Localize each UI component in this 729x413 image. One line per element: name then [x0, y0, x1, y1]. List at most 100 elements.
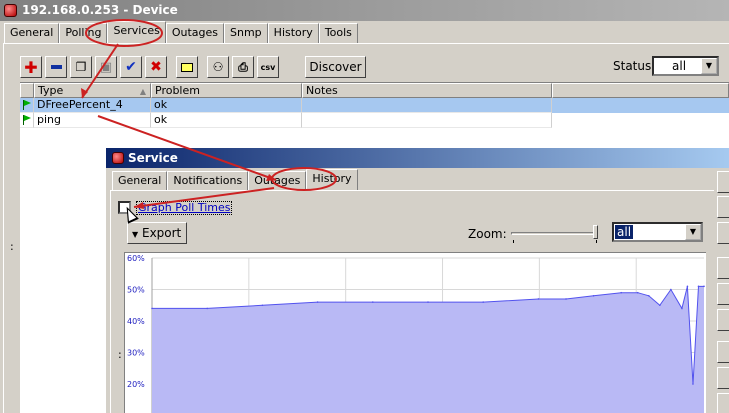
graph-poll-times-label[interactable]: Graph Poll Times — [136, 201, 233, 215]
service-tab-outages[interactable]: Outages — [248, 171, 307, 191]
csv-label: csv — [260, 62, 276, 72]
y-tick-label: 40% — [127, 317, 145, 326]
zoom-value: all — [615, 225, 634, 239]
series-point — [482, 301, 485, 303]
splitter-handle[interactable]: : — [10, 240, 14, 253]
y-tick-label: 60% — [127, 254, 145, 263]
zoom-slider-track[interactable] — [511, 232, 598, 235]
series-point — [659, 304, 661, 307]
table-header: Type ▲ Problem Notes — [20, 83, 729, 98]
series-point — [620, 291, 622, 294]
series-area — [152, 286, 704, 413]
device-window: 192.168.0.253 - Device General Polling S… — [0, 0, 729, 413]
history-chart[interactable]: 60% 50% 40% 30% 20% — [124, 252, 706, 413]
apply-button[interactable]: ✔ — [120, 56, 142, 78]
cell-type: ping — [34, 113, 151, 128]
status-label: Status: — [613, 59, 656, 73]
tab-history[interactable]: History — [267, 23, 319, 43]
check-icon: ✔ — [125, 59, 137, 75]
side-button[interactable] — [717, 393, 729, 413]
series-point — [686, 285, 689, 288]
chevron-down-icon[interactable]: ▼ — [685, 224, 701, 240]
status-select[interactable]: all ▼ — [652, 56, 719, 76]
tab-tools[interactable]: Tools — [318, 23, 358, 43]
device-tabs: General Polling Services Outages Snmp Hi… — [4, 21, 358, 44]
zoom-label: Zoom: — [468, 227, 507, 241]
chevron-down-icon[interactable]: ▼ — [701, 58, 717, 74]
zoom-select[interactable]: all ▼ — [612, 222, 703, 242]
discover-button[interactable]: Discover — [305, 56, 366, 78]
zoom-slider-thumb[interactable] — [593, 225, 598, 239]
export-button[interactable]: ▼ Export — [127, 222, 187, 244]
printer-icon: ⎙ — [238, 59, 248, 74]
y-tick-label: 30% — [127, 349, 145, 358]
paste-icon: ▣ — [99, 59, 113, 75]
sort-asc-icon: ▲ — [139, 87, 146, 96]
green-flag-icon — [23, 100, 31, 110]
header-problem[interactable]: Problem — [151, 83, 302, 98]
cancel-button[interactable]: ✖ — [145, 56, 167, 78]
app-icon — [4, 4, 17, 17]
header-notes[interactable]: Notes — [302, 83, 552, 98]
side-button[interactable] — [717, 222, 729, 244]
side-button[interactable] — [717, 283, 729, 305]
tab-services[interactable]: Services — [107, 21, 166, 43]
service-dialog: Service General Notifications Outages Hi… — [105, 147, 729, 413]
cell-problem: ok — [151, 98, 302, 113]
paste-button[interactable]: ▣ — [95, 56, 117, 78]
side-button[interactable] — [717, 341, 729, 363]
series-point — [261, 304, 264, 307]
table-row[interactable]: ping ok — [20, 113, 729, 128]
service-title-bar[interactable]: Service — [106, 148, 729, 168]
service-title: Service — [128, 151, 178, 165]
side-button[interactable] — [717, 171, 729, 193]
tab-outages[interactable]: Outages — [165, 23, 225, 43]
side-button[interactable] — [717, 309, 729, 331]
service-tab-history[interactable]: History — [306, 169, 358, 191]
csv-button[interactable]: csv — [257, 56, 279, 78]
history-chart-svg: 60% 50% 40% 30% 20% — [127, 254, 705, 413]
device-title-bar[interactable]: 192.168.0.253 - Device — [0, 0, 729, 21]
green-flag-icon — [23, 115, 31, 125]
tab-snmp[interactable]: Snmp — [224, 23, 268, 43]
add-button[interactable]: ✚ — [20, 56, 42, 78]
dropdown-arrow-icon: ▼ — [132, 230, 139, 239]
zoom-tick — [596, 240, 597, 243]
service-tabs: General Notifications Outages History — [112, 169, 358, 191]
tab-general[interactable]: General — [4, 23, 60, 43]
side-button[interactable] — [717, 257, 729, 279]
note-icon — [181, 62, 193, 72]
series-point — [565, 298, 567, 300]
series-point — [427, 301, 429, 303]
y-tick-label: 50% — [127, 286, 145, 295]
service-tab-notifications[interactable]: Notifications — [167, 171, 249, 191]
find-button[interactable]: ⚇ — [207, 56, 229, 78]
side-button[interactable] — [717, 196, 729, 218]
chart-splitter-handle[interactable]: : — [118, 348, 122, 361]
x-icon: ✖ — [150, 59, 162, 75]
series-point — [697, 285, 700, 288]
table-row[interactable]: DFreePercent_4 ok — [20, 98, 729, 113]
status-value: all — [672, 59, 687, 73]
service-tab-general[interactable]: General — [112, 171, 168, 191]
cell-notes — [302, 113, 552, 128]
remove-button[interactable] — [45, 56, 67, 78]
zoom-tick — [513, 240, 514, 243]
copy-button[interactable]: ❐ — [70, 56, 92, 78]
note-button[interactable] — [176, 56, 198, 78]
header-type[interactable]: Type ▲ — [34, 83, 151, 98]
services-toolbar: ✚ ❐ ▣ ✔ ✖ ⚇ ⎙ csv — [20, 56, 279, 78]
series-point — [372, 301, 374, 303]
series-point — [592, 295, 595, 297]
service-app-icon — [112, 152, 124, 164]
series-point — [692, 383, 694, 385]
series-point — [636, 291, 639, 294]
side-button[interactable] — [717, 367, 729, 389]
series-point — [670, 288, 672, 291]
print-button[interactable]: ⎙ — [232, 56, 254, 78]
tab-polling[interactable]: Polling — [59, 23, 108, 43]
series-point — [681, 307, 683, 310]
cell-notes — [302, 98, 552, 113]
header-flag[interactable] — [20, 83, 34, 98]
header-filler — [552, 83, 729, 98]
